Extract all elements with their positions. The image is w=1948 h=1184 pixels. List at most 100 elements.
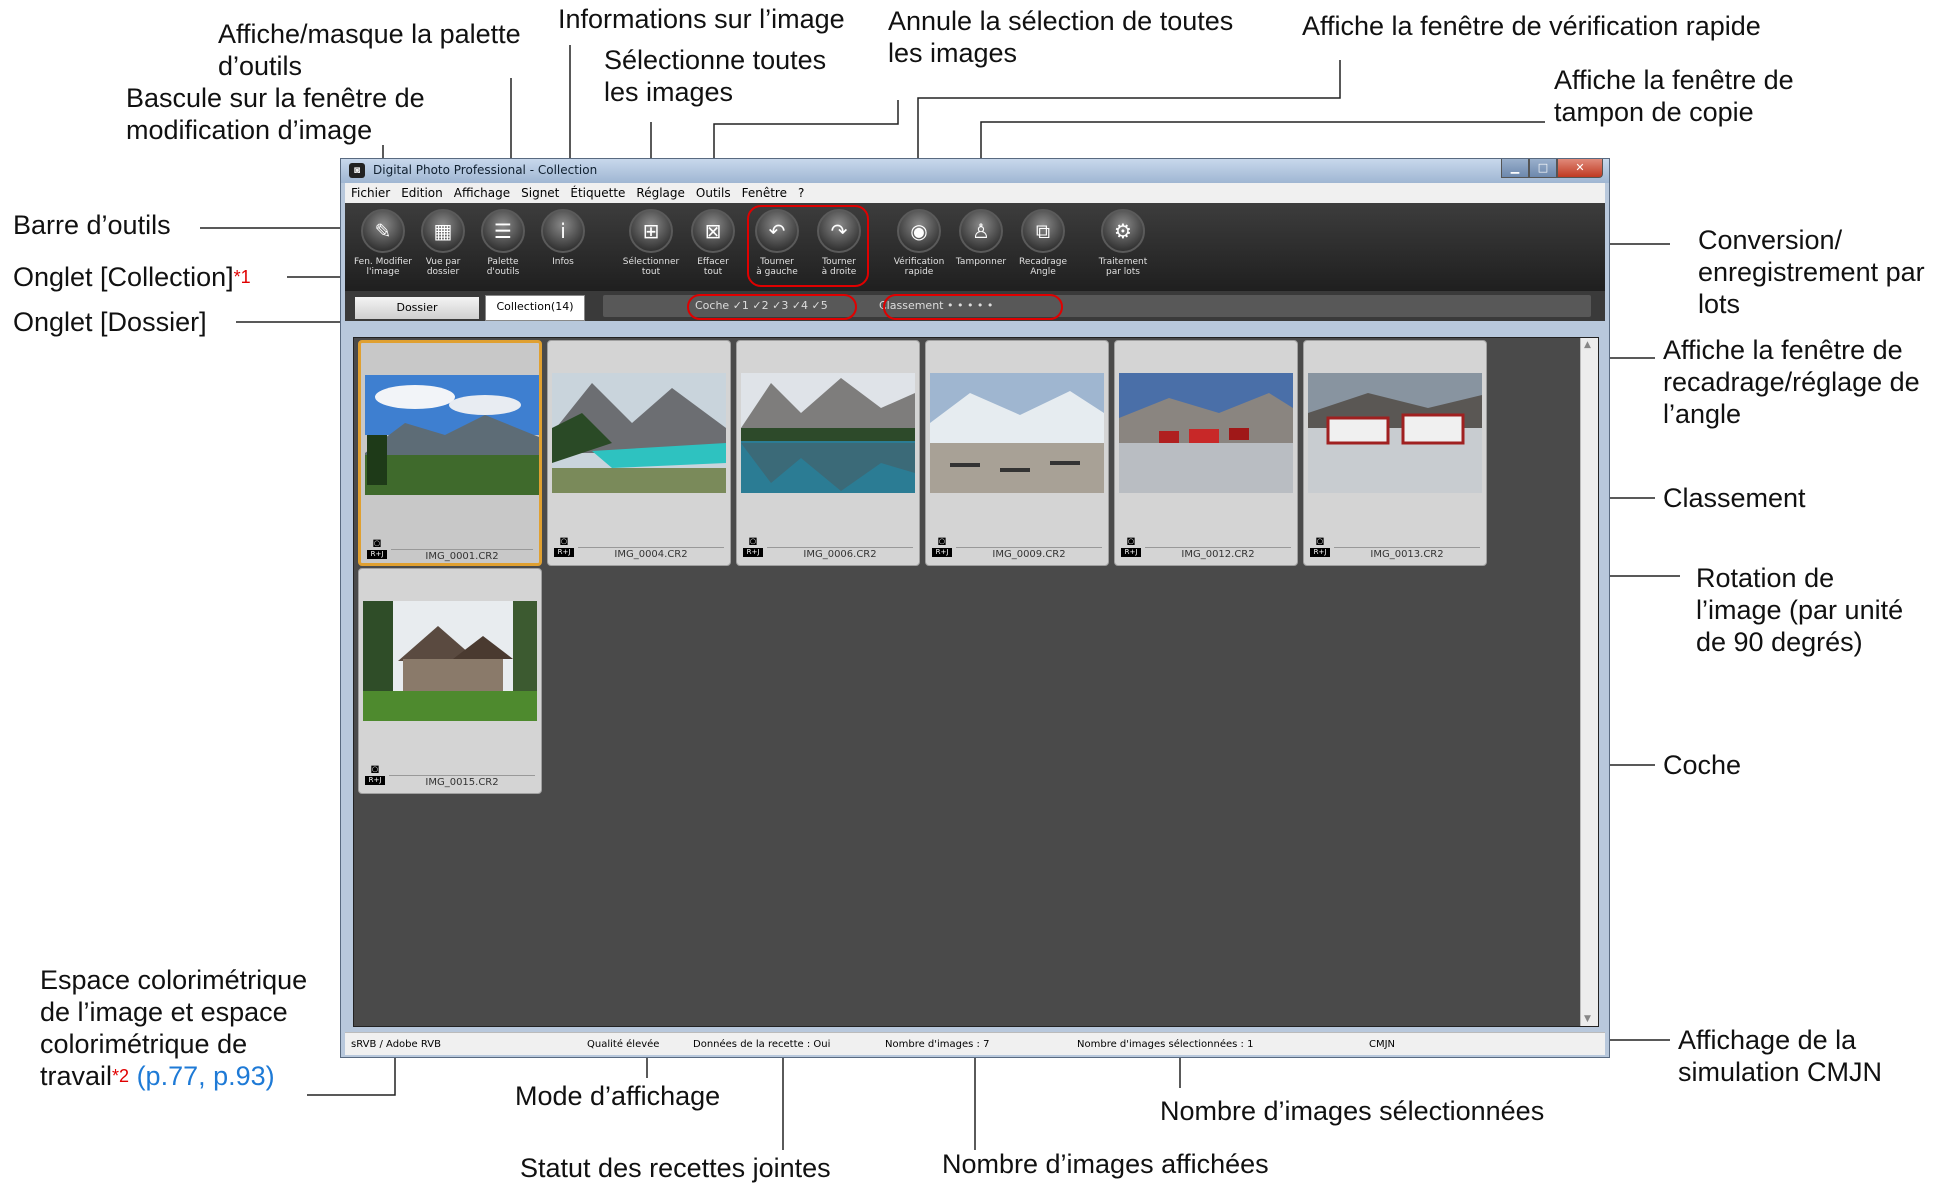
callout-selected-count: Nombre d’images sélectionnées <box>1160 1096 1545 1126</box>
colorspace-status: sRVB / Adobe RVB <box>351 1039 441 1050</box>
menu-outils[interactable]: Outils <box>690 183 736 200</box>
thumbnail-img-0015[interactable]: ◙ R+J IMG_0015.CR2 <box>358 568 542 794</box>
thumbnail-img-0009[interactable]: ◙ R+J IMG_0009.CR2 <box>925 340 1109 566</box>
callout-select-all: Sélectionne toutes les images <box>604 45 827 107</box>
check-highlight <box>687 294 857 320</box>
callout-batch: Conversion/enregistrement par lots <box>1698 225 1925 319</box>
quality-status: Qualité élevée <box>587 1039 660 1050</box>
window-title: Digital Photo Professional - Collection <box>373 163 598 177</box>
edit-image-button[interactable]: ✎ Fen. Modifier l'image <box>353 209 413 277</box>
image-count-status: Nombre d'images : 7 <box>885 1039 990 1050</box>
callout-clear-all: Annule la sélection de toutes les images <box>888 6 1234 68</box>
thumbnail-img-0004[interactable]: ◙ R+J IMG_0004.CR2 <box>547 340 731 566</box>
vertical-scrollbar[interactable]: ▲ ▼ <box>1580 338 1598 1026</box>
camera-raw-jpeg-icon: ◙ R+J <box>367 536 387 562</box>
callout-crop: Affiche la fenêtre de recadrage/réglage d… <box>1663 335 1920 429</box>
menu-edition[interactable]: Edition <box>395 183 448 200</box>
minimize-button[interactable]: ▁ <box>1501 159 1529 178</box>
maximize-button[interactable]: □ <box>1529 159 1557 178</box>
thumbnail-img-0006[interactable]: ◙ R+J IMG_0006.CR2 <box>736 340 920 566</box>
clear-all-icon: ⊠ <box>691 209 735 253</box>
image-filename: IMG_0001.CR2 <box>391 549 533 562</box>
photo-glacier-buses <box>1119 373 1293 493</box>
edit-image-icon: ✎ <box>361 209 405 253</box>
recipe-status: Données de la recette : Oui <box>693 1039 831 1050</box>
status-bar: sRVB / Adobe RVB Qualité élevée Données … <box>345 1032 1605 1055</box>
menu-bar: Fichier Edition Affichage Signet Étiquette Ré… <box>345 183 1605 203</box>
menu-help[interactable]: ? <box>792 183 809 200</box>
menu-fenetre[interactable]: Fenêtre <box>736 183 792 200</box>
tab-dossier[interactable]: Dossier <box>355 297 479 319</box>
toolbar: ✎ Fen. Modifier l'image ▦ Vue par dossier … <box>345 203 1605 291</box>
quick-check-button[interactable]: ◉ Vérification rapide <box>889 209 949 277</box>
cmyk-status: CMJN <box>1369 1039 1396 1050</box>
select-all-icon: ⊞ <box>629 209 673 253</box>
scroll-up-icon[interactable]: ▲ <box>1584 340 1591 350</box>
callout-tool-palette: Affiche/masque la palette d’outils <box>218 19 521 81</box>
batch-process-button[interactable]: ⚙ Traitement par lots <box>1093 209 1153 277</box>
menu-etiquette[interactable]: Étiquette <box>564 183 630 200</box>
menu-reglage[interactable]: Réglage <box>630 183 690 200</box>
scroll-down-icon[interactable]: ▼ <box>1584 1014 1591 1024</box>
photo-mountain-meadow <box>365 375 539 495</box>
callout-folder-tab: Onglet [Dossier] <box>13 307 207 337</box>
app-camera-icon: ◙ <box>349 163 365 178</box>
tool-palette-icon: ☰ <box>481 209 525 253</box>
callout-image-count: Nombre d’images affichées <box>942 1149 1269 1179</box>
thumbnail-img-0001[interactable]: ◙ R+J IMG_0001.CR2 <box>358 340 542 566</box>
menu-fichier[interactable]: Fichier <box>345 183 395 200</box>
batch-process-icon: ⚙ <box>1101 209 1145 253</box>
callout-collection-tab: Onglet [Collection]*1 <box>13 262 251 292</box>
callout-copy-stamp: Affiche la fenêtre de tampon de copie <box>1554 65 1794 127</box>
image-filename: IMG_0006.CR2 <box>767 547 913 560</box>
quick-check-icon: ◉ <box>897 209 941 253</box>
select-all-button[interactable]: ⊞ Sélectionner tout <box>621 209 681 277</box>
callout-colorspace: Espace colorimétrique de l’image et espac… <box>40 965 308 1091</box>
photo-turquoise-lake <box>552 373 726 493</box>
title-bar: ◙ Digital Photo Professional - Collectio… <box>341 159 1609 183</box>
thumbnail-img-0012[interactable]: ◙ R+J IMG_0012.CR2 <box>1114 340 1298 566</box>
callout-quick-check: Affiche la fenêtre de vérification rapid… <box>1302 11 1761 41</box>
camera-raw-jpeg-icon: ◙ R+J <box>743 534 763 560</box>
callout-rotation: Rotation de l’image (par unité de 90 degré… <box>1696 563 1904 657</box>
tab-row: Dossier Collection(14) Coche ✓1 ✓2 ✓3 ✓4… <box>345 291 1605 321</box>
callout-recipe-status: Statut des recettes jointes <box>520 1153 831 1183</box>
image-filename: IMG_0012.CR2 <box>1145 547 1291 560</box>
crop-angle-button[interactable]: ⧉ Recadrage Angle <box>1013 209 1073 277</box>
photo-ice-explorer-bus <box>1308 373 1482 493</box>
clear-all-button[interactable]: ⊠ Effacer tout <box>683 209 743 277</box>
stamp-icon: ♙ <box>959 209 1003 253</box>
callout-cmyk: Affichage de la simulation CMJN <box>1678 1025 1883 1087</box>
thumbnail-img-0013[interactable]: ◙ R+J IMG_0013.CR2 <box>1303 340 1487 566</box>
tab-collection[interactable]: Collection(14) <box>485 295 585 321</box>
photo-mountain-lake-reflection <box>741 373 915 493</box>
camera-raw-jpeg-icon: ◙ R+J <box>554 534 574 560</box>
callout-rating: Classement <box>1663 483 1806 513</box>
photo-glacier-picnic <box>930 373 1104 493</box>
tool-palette-button[interactable]: ☰ Palette d'outils <box>473 209 533 277</box>
callout-edit-window: Bascule sur la fenêtre de modification d’… <box>126 83 425 145</box>
app-window: ◙ Digital Photo Professional - Collectio… <box>340 158 1610 1058</box>
rotation-highlight <box>747 205 869 287</box>
image-filename: IMG_0004.CR2 <box>578 547 724 560</box>
callout-image-info: Informations sur l’image <box>558 4 845 34</box>
menu-affichage[interactable]: Affichage <box>448 183 515 200</box>
camera-raw-jpeg-icon: ◙ R+J <box>932 534 952 560</box>
camera-raw-jpeg-icon: ◙ R+J <box>365 762 385 788</box>
folder-view-button[interactable]: ▦ Vue par dossier <box>413 209 473 277</box>
rating-highlight <box>883 294 1063 320</box>
info-button[interactable]: i Infos <box>533 209 593 267</box>
callout-display-mode: Mode d’affichage <box>515 1081 721 1111</box>
callout-check: Coche <box>1663 750 1742 780</box>
photo-stone-house <box>363 601 537 721</box>
crop-angle-icon: ⧉ <box>1021 209 1065 253</box>
folder-view-icon: ▦ <box>421 209 465 253</box>
stamp-button[interactable]: ♙ Tamponner <box>951 209 1011 267</box>
menu-signet[interactable]: Signet <box>515 183 564 200</box>
thumbnail-area: ▲ ▼ ◙ R+J IMG_0001.CR2 ◙ R+J IMG_0004.CR2 <box>353 337 1599 1027</box>
camera-raw-jpeg-icon: ◙ R+J <box>1121 534 1141 560</box>
image-filename: IMG_0013.CR2 <box>1334 547 1480 560</box>
info-icon: i <box>541 209 585 253</box>
camera-raw-jpeg-icon: ◙ R+J <box>1310 534 1330 560</box>
close-button[interactable]: ✕ <box>1557 159 1603 178</box>
